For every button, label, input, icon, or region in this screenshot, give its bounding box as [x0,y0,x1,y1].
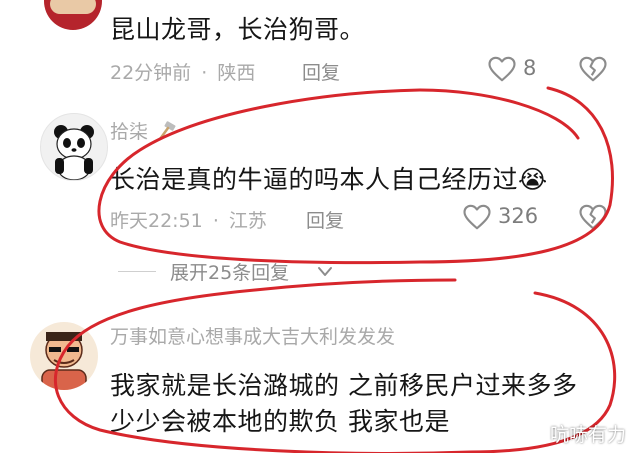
comment-meta: 昨天22:51 · 江苏 [110,206,267,233]
heart-outline-icon [488,56,516,82]
username[interactable]: 万事如意心想事成大吉大利发发发 [110,322,395,349]
comment-location: 江苏 [228,210,267,232]
like-button[interactable]: 8 [487,55,547,85]
comment-content: 长治是真的牛逼的吗本人自己经历过😭 [110,165,548,194]
dislike-button[interactable] [578,203,608,231]
comment-content: 昆山龙哥，长治狗哥。 [110,15,366,44]
dislike-button[interactable] [578,55,608,83]
username-text: 拾柒 [110,121,149,143]
comment-time: 22分钟前 [110,62,192,84]
meta-separator: · [212,210,219,232]
like-count: 326 [498,204,539,228]
comment-meta: 22分钟前 · 陕西 [110,58,255,85]
cartoon-avatar-icon [41,332,87,390]
expand-replies-label: 展开25条回复 [170,262,290,284]
reply-button[interactable]: 回复 [302,58,340,85]
avatar[interactable] [30,322,98,390]
broken-heart-icon [579,56,607,82]
reply-button[interactable]: 回复 [306,206,344,233]
panda-avatar-icon [54,125,94,180]
expand-divider [118,271,156,272]
like-count: 8 [523,56,537,80]
like-button[interactable]: 326 [462,203,542,233]
meta-separator: · [201,62,208,84]
heart-outline-icon [463,204,491,230]
chevron-down-icon [318,267,332,276]
comment-location: 陕西 [217,62,256,84]
watermark: 吭哧有力 [550,424,627,446]
comment-time: 昨天22:51 [110,210,203,232]
hammer-icon [158,121,176,141]
username[interactable]: 拾柒 [110,117,178,144]
comment-content-line: 我家就是长治潞城的 之前移民户过来多多 [110,371,578,400]
broken-heart-icon [579,204,607,230]
avatar[interactable] [44,0,102,30]
avatar[interactable] [40,113,108,181]
comment-content-line: 少少会被本地的欺负 我家也是 [110,407,450,436]
